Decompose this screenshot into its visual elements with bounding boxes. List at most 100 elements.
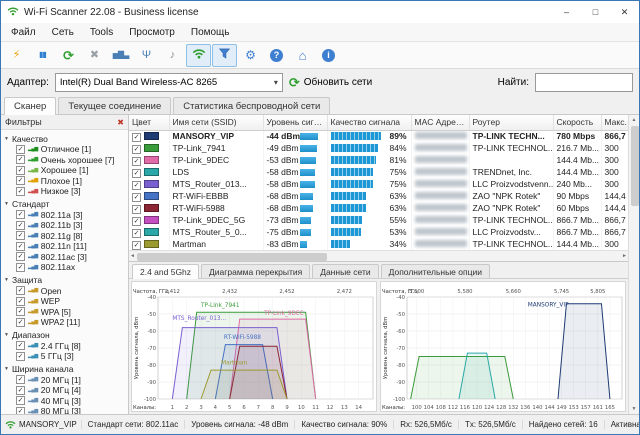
filter-item-security-1[interactable]: ✓▂▄▆WEP bbox=[1, 296, 128, 307]
checkbox[interactable]: ✓ bbox=[16, 318, 25, 327]
checkbox[interactable]: ✓ bbox=[16, 375, 25, 384]
filter-item-security-0[interactable]: ✓▂▄▆Open bbox=[1, 286, 128, 297]
refresh-networks-button[interactable]: ⟳ Обновить сети bbox=[289, 76, 372, 89]
filter-item-channel-width-0[interactable]: ✓▂▄▆20 МГц [1] bbox=[1, 375, 128, 386]
scrollbar-track[interactable] bbox=[629, 124, 639, 405]
table-row[interactable]: ✓TP-Link_7941-49 dBm84%TP-LINK TECHNOL..… bbox=[129, 142, 628, 154]
row-checkbox[interactable]: ✓ bbox=[132, 133, 141, 142]
filter-group-security[interactable]: ▼Защита bbox=[1, 275, 128, 286]
toolbar-signal-level-button[interactable]: Ψ bbox=[134, 44, 159, 67]
row-checkbox[interactable]: ✓ bbox=[132, 193, 141, 202]
table-row[interactable]: ✓TP-Link_9DEC-53 dBm81%144.4 Mb...300 bbox=[129, 154, 628, 166]
row-checkbox[interactable]: ✓ bbox=[132, 181, 141, 190]
filter-item-standard-2[interactable]: ✓▂▄▆802.11g [8] bbox=[1, 231, 128, 242]
filter-item-channel-width-2[interactable]: ✓▂▄▆40 МГц [3] bbox=[1, 396, 128, 407]
column-header-0[interactable]: Цвет bbox=[129, 115, 169, 130]
checkbox[interactable]: ✓ bbox=[16, 166, 25, 175]
table-row[interactable]: ✓RT-WiFi-5988-68 dBm63%ZAO "NPK Rotek"60… bbox=[129, 202, 628, 214]
tab-current-connection[interactable]: Текущее соединение bbox=[58, 97, 171, 114]
row-checkbox[interactable]: ✓ bbox=[132, 205, 141, 214]
menu-item-view[interactable]: Просмотр bbox=[121, 25, 183, 40]
filter-item-quality-2[interactable]: ✓▂▄▆Хорошее [1] bbox=[1, 165, 128, 176]
vertical-scrollbar[interactable]: ▲ ▼ bbox=[628, 115, 639, 414]
scroll-down-icon[interactable]: ▼ bbox=[632, 405, 637, 413]
minimize-button[interactable]: – bbox=[552, 1, 581, 23]
filter-group-standard[interactable]: ▼Стандарт bbox=[1, 199, 128, 210]
chart-tab-overlap-diagram[interactable]: Диаграмма перекрытия bbox=[201, 264, 310, 278]
column-header-6[interactable]: Скорость bbox=[553, 115, 601, 130]
scrollbar-track[interactable] bbox=[135, 251, 622, 261]
table-row[interactable]: ✓MTS_Router_013...-58 dBm75%LLC Proizvod… bbox=[129, 178, 628, 190]
filter-item-band-1[interactable]: ✓▂▄▆5 ГГц [3] bbox=[1, 351, 128, 362]
filters-close-icon[interactable]: ✖ bbox=[117, 118, 124, 127]
adapter-select[interactable]: Intel(R) Dual Band Wireless-AC 8265 ▾ bbox=[55, 73, 283, 92]
table-row[interactable]: ✓TP-Link_9DEC_5G-73 dBm55%TP-LINK TECHNO… bbox=[129, 214, 628, 226]
filter-group-quality[interactable]: ▼Качество bbox=[1, 133, 128, 144]
column-header-4[interactable]: MAC Адрес (BSSID) bbox=[411, 115, 469, 130]
checkbox[interactable]: ✓ bbox=[16, 176, 25, 185]
checkbox[interactable]: ✓ bbox=[16, 187, 25, 196]
filter-item-standard-3[interactable]: ✓▂▄▆802.11n [11] bbox=[1, 241, 128, 252]
checkbox[interactable]: ✓ bbox=[16, 221, 25, 230]
filter-group-channel-width[interactable]: ▼Ширина канала bbox=[1, 364, 128, 375]
scroll-right-icon[interactable]: ► bbox=[622, 252, 627, 260]
chart-tab-additional-options[interactable]: Дополнительные опции bbox=[381, 264, 490, 278]
row-checkbox[interactable]: ✓ bbox=[132, 229, 141, 238]
chart-tab-network-data[interactable]: Данные сети bbox=[312, 264, 378, 278]
scrollbar-thumb[interactable] bbox=[631, 126, 639, 206]
row-checkbox[interactable]: ✓ bbox=[132, 217, 141, 226]
toolbar-sound-alert-button[interactable]: ♪ bbox=[160, 44, 185, 67]
toolbar-settings-button[interactable]: ⚙ bbox=[238, 44, 263, 67]
filter-group-band[interactable]: ▼Диапазон bbox=[1, 330, 128, 341]
menu-item-network[interactable]: Сеть bbox=[44, 25, 82, 40]
table-row[interactable]: ✓RT-WiFi-EBBB-68 dBm63%ZAO "NPK Rotek"90… bbox=[129, 190, 628, 202]
filter-item-quality-1[interactable]: ✓▂▄▆Очень хорошее [7] bbox=[1, 155, 128, 166]
filter-item-security-3[interactable]: ✓▂▄▆WPA2 [11] bbox=[1, 317, 128, 328]
scroll-up-icon[interactable]: ▲ bbox=[632, 116, 637, 124]
maximize-button[interactable]: □ bbox=[581, 1, 610, 23]
row-checkbox[interactable]: ✓ bbox=[132, 169, 141, 178]
table-row[interactable]: ✓Martman-83 dBm34%TP-LINK TECHNOL...144.… bbox=[129, 238, 628, 250]
toolbar-wifi-networks-button[interactable] bbox=[186, 44, 211, 67]
filter-item-band-0[interactable]: ✓▂▄▆2.4 ГГц [8] bbox=[1, 341, 128, 352]
column-header-7[interactable]: Макс. ско... bbox=[601, 115, 628, 130]
toolbar-pause-scan-button[interactable]: ▮▮ bbox=[30, 44, 55, 67]
table-row[interactable]: ✓MTS_Router_5_0...-75 dBm53%LLC Proizvod… bbox=[129, 226, 628, 238]
checkbox[interactable]: ✓ bbox=[16, 252, 25, 261]
filter-item-channel-width-1[interactable]: ✓▂▄▆20 МГц [4] bbox=[1, 385, 128, 396]
filter-item-standard-1[interactable]: ✓▂▄▆802.11b [3] bbox=[1, 220, 128, 231]
column-header-2[interactable]: Уровень сигнала ▴ bbox=[263, 115, 327, 130]
toolbar-help-button[interactable]: ? bbox=[264, 44, 289, 67]
row-checkbox[interactable]: ✓ bbox=[132, 241, 141, 250]
chart-tab-2-4-and-5ghz[interactable]: 2.4 and 5Ghz bbox=[132, 264, 199, 279]
checkbox[interactable]: ✓ bbox=[16, 210, 25, 219]
filter-item-standard-5[interactable]: ✓▂▄▆802.11ax bbox=[1, 262, 128, 273]
filter-item-quality-3[interactable]: ✓▂▄▆Плохое [1] bbox=[1, 176, 128, 187]
toolbar-home-button[interactable]: ⌂ bbox=[290, 44, 315, 67]
row-checkbox[interactable]: ✓ bbox=[132, 157, 141, 166]
checkbox[interactable]: ✓ bbox=[16, 263, 25, 272]
tab-scanner[interactable]: Сканер bbox=[4, 97, 56, 115]
menu-item-file[interactable]: Файл bbox=[3, 25, 44, 40]
toolbar-refresh-button[interactable]: ⟳ bbox=[56, 44, 81, 67]
checkbox[interactable]: ✓ bbox=[16, 386, 25, 395]
table-row[interactable]: ✓MANSORY_VIP-44 dBm89%TP-LINK TECHN...78… bbox=[129, 130, 628, 142]
filter-item-standard-4[interactable]: ✓▂▄▆802.11ac [3] bbox=[1, 252, 128, 263]
checkbox[interactable]: ✓ bbox=[16, 231, 25, 240]
filter-item-quality-4[interactable]: ✓▂▄▆Низкое [3] bbox=[1, 186, 128, 197]
scrollbar-thumb[interactable] bbox=[137, 253, 327, 261]
table-row[interactable]: ✓LDS-58 dBm75%TRENDnet, Inc.144.4 Mb...3… bbox=[129, 166, 628, 178]
menu-item-tools[interactable]: Tools bbox=[82, 25, 121, 40]
checkbox[interactable]: ✓ bbox=[16, 396, 25, 405]
toolbar-about-button[interactable]: i bbox=[316, 44, 341, 67]
tab-wireless-statistics[interactable]: Статистика беспроводной сети bbox=[173, 97, 330, 114]
column-header-5[interactable]: Роутер bbox=[469, 115, 553, 130]
filter-item-standard-0[interactable]: ✓▂▄▆802.11a [3] bbox=[1, 210, 128, 221]
checkbox[interactable]: ✓ bbox=[16, 286, 25, 295]
checkbox[interactable]: ✓ bbox=[16, 242, 25, 251]
column-header-3[interactable]: Качество сигнала bbox=[327, 115, 411, 130]
checkbox[interactable]: ✓ bbox=[16, 407, 25, 414]
horizontal-scrollbar[interactable]: ◄ ► bbox=[129, 250, 628, 261]
checkbox[interactable]: ✓ bbox=[16, 155, 25, 164]
checkbox[interactable]: ✓ bbox=[16, 145, 25, 154]
